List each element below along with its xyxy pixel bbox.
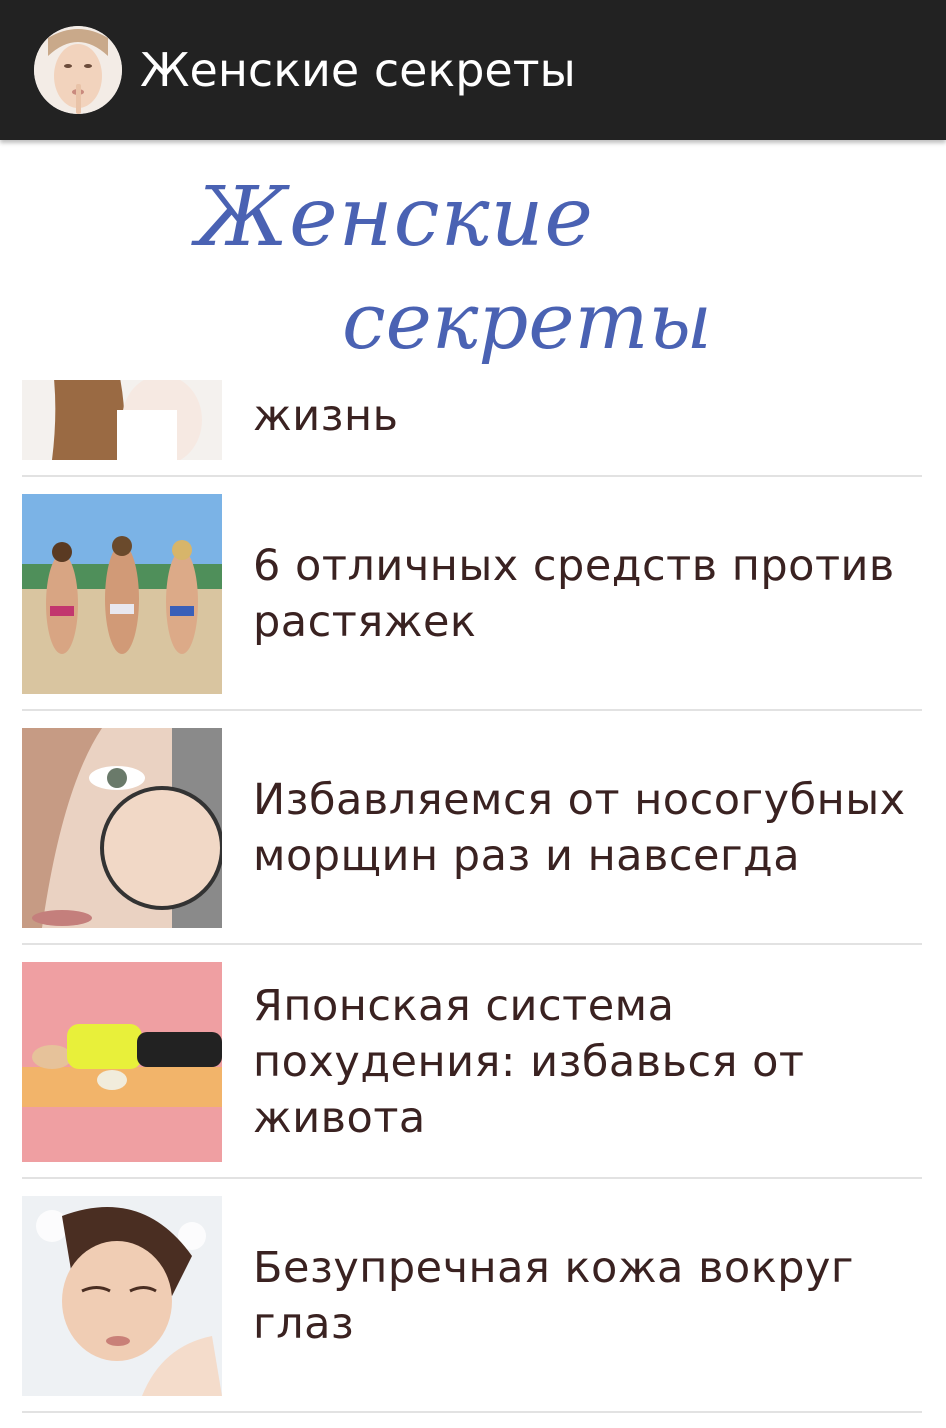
logo-text-line-2: секреты: [342, 277, 713, 367]
divider: [22, 475, 922, 477]
beach-bikini-photo: [22, 494, 222, 694]
article-title: Избавляемся от носогубных морщин раз и н…: [253, 775, 906, 881]
yoga-mat-photo: [22, 962, 222, 1162]
list-item[interactable]: Японская система похудения: избавься от …: [22, 962, 922, 1196]
face-magnifier-photo: [22, 728, 222, 928]
article-title: жизнь: [253, 391, 399, 441]
article-list[interactable]: жизнь 6 отличных средств против растяжек: [0, 380, 946, 1428]
divider: [22, 943, 922, 945]
woman-hair-photo: [22, 380, 222, 460]
article-title: 6 отличных средств против растяжек: [253, 541, 895, 647]
list-item[interactable]: Избавляемся от носогубных морщин раз и н…: [22, 728, 922, 962]
logo-banner: Женские секреты: [0, 140, 946, 380]
list-item[interactable]: 6 отличных средств против растяжек: [22, 494, 922, 728]
article-title: Японская система похудения: избавься от …: [253, 981, 805, 1143]
list-item[interactable]: жизнь: [22, 380, 922, 494]
list-item[interactable]: Безупречная кожа вокруг глаз: [22, 1196, 922, 1428]
divider: [22, 1177, 922, 1179]
article-title: Безупречная кожа вокруг глаз: [253, 1243, 855, 1349]
app-title: Женские секреты: [140, 43, 576, 97]
divider: [22, 1411, 922, 1413]
divider: [22, 709, 922, 711]
action-bar: Женские секреты: [0, 0, 946, 140]
logo-text-line-1: Женские: [196, 170, 594, 265]
skin-care-photo: [22, 1196, 222, 1396]
woman-face-icon[interactable]: [34, 26, 122, 114]
